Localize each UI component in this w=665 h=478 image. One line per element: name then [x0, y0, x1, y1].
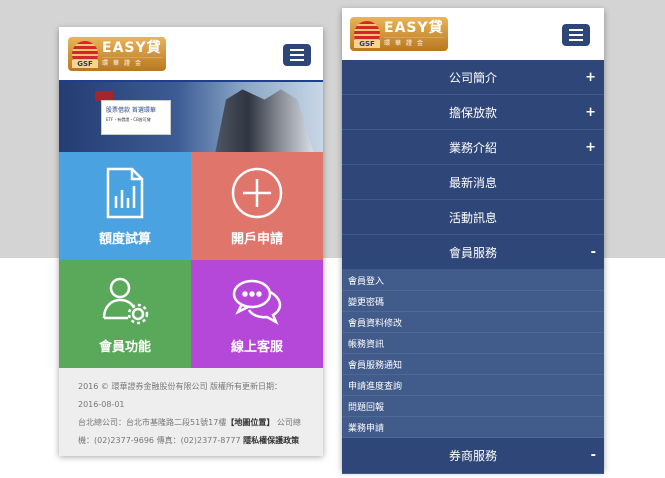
tile-label: 線上客服: [230, 339, 283, 355]
member-submenu: 會員登入 變更密碼 會員資料修改 帳務資訊 會員服務通知 申請進度查詢 問題回報…: [342, 270, 604, 438]
banner-headline: 股票借款 首選環華: [106, 107, 156, 114]
banner-image: [215, 89, 314, 152]
tile-label: 額度試算: [98, 231, 151, 247]
menu-item-business[interactable]: 業務介紹 +: [342, 130, 604, 165]
tile-label: 開戶申請: [230, 231, 283, 247]
tile-member[interactable]: 會員功能: [59, 260, 191, 368]
mobile-home-screen: GSF EASY貸 環華證金 股票借款 首選環華 ETF・有價證・CB皆可貸 額度…: [59, 27, 323, 456]
submenu-feedback[interactable]: 問題回報: [342, 396, 604, 417]
gsf-seal-icon: GSF: [354, 21, 380, 48]
nav-menu: 公司簡介 + 擔保放款 + 業務介紹 + 最新消息 活動訊息 會員服務 - 會員登入 變…: [342, 60, 604, 474]
menu-item-secured-loan[interactable]: 擔保放款 +: [342, 95, 604, 130]
brand-name: EASY貸: [102, 40, 162, 56]
submenu-login[interactable]: 會員登入: [342, 270, 604, 291]
seal-text: GSF: [354, 40, 380, 48]
logo[interactable]: GSF EASY貸 環華證金: [68, 37, 166, 71]
brand-name: EASY貸: [384, 20, 444, 36]
plus-circle-icon: [231, 167, 283, 218]
submenu-account-info[interactable]: 帳務資訊: [342, 333, 604, 354]
document-chart-icon: [106, 167, 144, 218]
seal-text: GSF: [72, 60, 98, 68]
gsf-seal-icon: GSF: [72, 41, 98, 68]
privacy-link[interactable]: 隱私權保護政策: [243, 436, 299, 445]
tile-account-apply[interactable]: 開戶申請: [191, 152, 323, 260]
menu-item-events[interactable]: 活動訊息: [342, 200, 604, 235]
expand-icon: +: [585, 139, 596, 155]
map-link[interactable]: 【地圖位置】: [226, 418, 274, 427]
collapse-icon: -: [590, 244, 596, 260]
header: GSF EASY貸 環華證金: [342, 8, 604, 60]
tile-online-service[interactable]: 線上客服: [191, 260, 323, 368]
logo[interactable]: GSF EASY貸 環華證金: [350, 17, 448, 51]
banner-sub: ETF・有價證・CB皆可貸: [106, 117, 151, 122]
menu-item-about[interactable]: 公司簡介 +: [342, 60, 604, 95]
submenu-change-password[interactable]: 變更密碼: [342, 291, 604, 312]
footer: 2016 © 環華證券金融股份有限公司 版權所有更新日期：2016-08-01 …: [59, 368, 323, 456]
expand-icon: +: [585, 104, 596, 120]
address: 台北總公司：台北市基隆路二段51號17樓【地圖位置】 公司總機：(02)2377…: [78, 414, 304, 450]
header: GSF EASY貸 環華證金: [59, 27, 323, 80]
submenu-apply[interactable]: 業務申請: [342, 417, 604, 438]
menu-item-news[interactable]: 最新消息: [342, 165, 604, 200]
menu-item-member[interactable]: 會員服務 -: [342, 235, 604, 270]
address-text: 台北總公司：台北市基隆路二段51號17樓: [78, 418, 227, 427]
submenu-edit-profile[interactable]: 會員資料修改: [342, 312, 604, 333]
submenu-notifications[interactable]: 會員服務通知: [342, 354, 604, 375]
collapse-icon: -: [590, 448, 596, 463]
banner-card: 股票借款 首選環華 ETF・有價證・CB皆可貸: [101, 100, 171, 135]
menu-item-broker[interactable]: 券商服務 -: [342, 438, 604, 474]
menu-toggle-button[interactable]: [562, 24, 590, 46]
brand-sub: 環華證金: [102, 57, 162, 67]
copyright: 2016 © 環華證券金融股份有限公司 版權所有更新日期：2016-08-01: [78, 382, 282, 409]
mobile-menu-screen: GSF EASY貸 環華證金 公司簡介 + 擔保放款 + 業務介紹 + 最新消息 活動訊…: [342, 8, 604, 474]
chat-bubbles-icon: [232, 279, 282, 325]
user-gear-icon: [102, 277, 149, 324]
submenu-progress-query[interactable]: 申請進度查詢: [342, 375, 604, 396]
menu-toggle-button[interactable]: [283, 44, 311, 66]
brand-sub: 環華證金: [384, 37, 444, 47]
tile-quota-calc[interactable]: 額度試算: [59, 152, 191, 260]
promo-banner[interactable]: 股票借款 首選環華 ETF・有價證・CB皆可貸: [59, 80, 323, 152]
expand-icon: +: [585, 69, 596, 85]
tile-label: 會員功能: [98, 339, 151, 355]
